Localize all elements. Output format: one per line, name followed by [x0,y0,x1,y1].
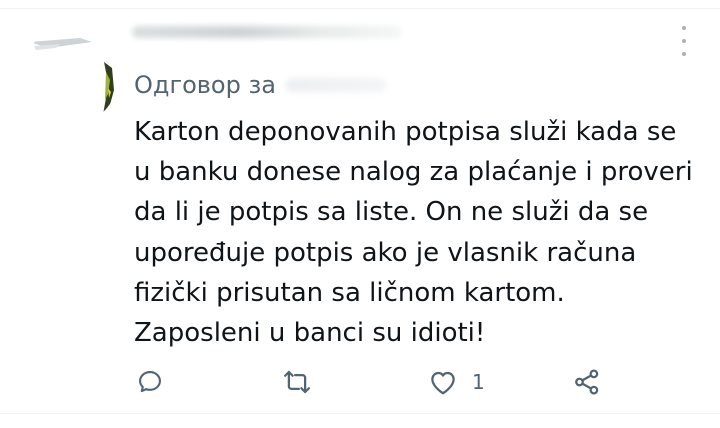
author-name-redacted [132,26,402,38]
reply-to-line: Одговор за [134,68,386,102]
tweet-text-line: upoređuje potpis ako je vlasnik računa [134,237,637,268]
heart-icon [431,371,455,395]
reply-handle-redacted[interactable] [285,78,386,92]
tweet-text-line: Zaposleni u banci su idioti! [134,318,486,349]
more-dot [682,39,686,43]
avatar[interactable] [20,28,118,126]
tweet-text-line: da li je potpis sa liste. On ne služi da… [134,197,649,228]
reply-to-label: Одговор за [134,71,276,99]
top-divider [0,8,720,9]
share-icon [575,369,599,395]
reply-button[interactable] [136,366,164,398]
more-dot [682,52,686,56]
tweet-text: Karton deponovanih potpisa služi kada se… [134,112,709,353]
bottom-divider [0,413,720,414]
like-count: 1 [472,370,485,394]
author-info[interactable] [132,22,412,44]
tweet-text-line: Karton deponovanih potpisa služi kada se [134,117,677,147]
retweet-icon [284,370,310,394]
more-options-icon [682,26,686,30]
tweet-text-line: u banku donese nalog za plaćanje i prove… [134,157,693,188]
tweet-text-line: fizički prisutan sa ličnom kartom. [134,277,565,308]
more-options-button[interactable] [672,26,696,56]
share-button[interactable] [572,366,602,398]
reply-icon [139,371,161,393]
like-button[interactable]: 1 [428,366,485,398]
retweet-button[interactable] [282,366,312,398]
avatar-image [20,28,118,126]
tweet-card[interactable]: Одговор за Karton deponovanih potpisa sl… [0,0,720,428]
